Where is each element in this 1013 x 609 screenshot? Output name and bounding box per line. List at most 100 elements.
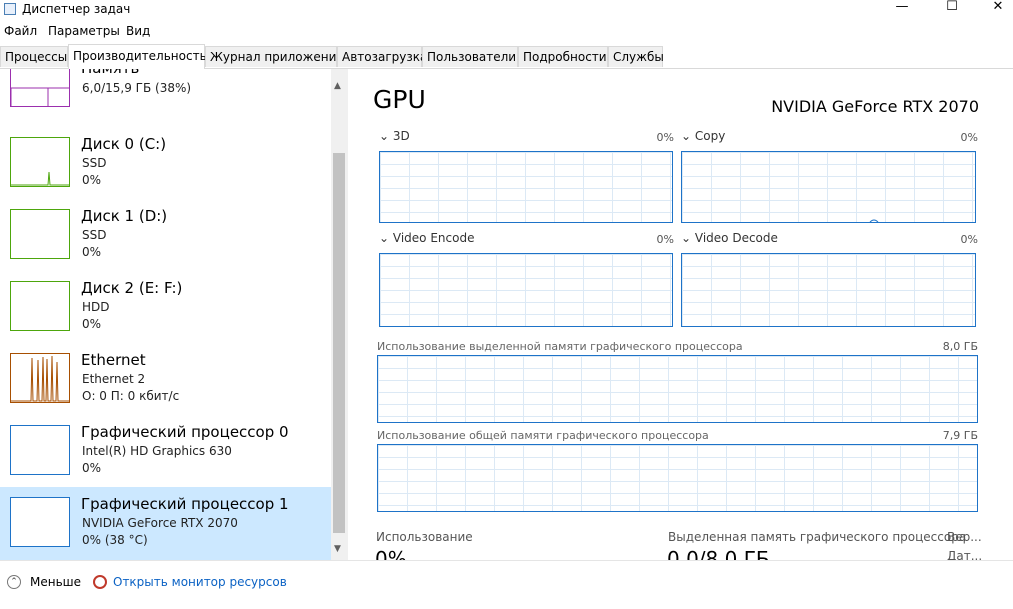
dedicated-memory-stat-label: Выделенная память графического процессор…: [668, 530, 967, 544]
tab-startup[interactable]: Автозагрузка: [337, 46, 427, 67]
menu-options[interactable]: Параметры: [48, 24, 120, 38]
ethernet-thumbnail: [10, 353, 70, 403]
disk-1-thumbnail: [10, 209, 70, 259]
copy-activity-line: [869, 219, 879, 222]
sidebar-item-detail: Intel(R) HD Graphics 630: [82, 444, 232, 458]
memory-graph: [11, 87, 69, 106]
engine-video-decode-label: Video Decode: [694, 231, 778, 245]
sidebar-item-value: 0%: [82, 245, 102, 259]
usage-label: Использование: [376, 530, 473, 544]
title-bar: Диспетчер задач — ☐ ✕: [0, 0, 1013, 20]
disk-0-graph: [11, 171, 69, 186]
engine-copy-percent: 0%: [960, 131, 978, 144]
engine-3d-graph: [379, 151, 673, 223]
sidebar-item-gpu-1[interactable]: Графический процессор 1 NVIDIA GeForce R…: [0, 487, 331, 560]
ethernet-graph: [11, 355, 69, 402]
scroll-down-icon[interactable]: ▼: [334, 544, 341, 554]
driver-date-label: Дат...: [947, 549, 983, 560]
menu-file[interactable]: Файл: [4, 24, 37, 38]
sidebar-item-disk-0[interactable]: Диск 0 (C:) SSD 0%: [0, 133, 331, 203]
task-manager-icon: [4, 3, 16, 15]
resource-monitor-icon: [93, 575, 107, 589]
driver-version-label: Вер...: [947, 530, 982, 544]
engine-copy-label: Copy: [694, 129, 726, 143]
sidebar-item-memory[interactable]: Память 6,0/15,9 ГБ (38%): [0, 69, 331, 123]
sidebar-item-value: 0% (38 °C): [82, 533, 148, 547]
maximize-button[interactable]: ☐: [930, 0, 974, 20]
memory-thumbnail: [10, 69, 70, 107]
page-title: GPU: [373, 85, 426, 114]
sidebar-item-detail: SSD: [82, 228, 107, 242]
tab-users[interactable]: Пользователи: [422, 46, 518, 67]
sidebar-item-title: Диск 2 (E: F:): [81, 279, 183, 297]
shared-memory-max: 7,9 ГБ: [942, 429, 978, 442]
tab-bar: Процессы Производительность Журнал прило…: [0, 44, 1013, 69]
chevron-down-icon: ⌄: [379, 129, 390, 143]
tab-performance[interactable]: Производительность: [68, 44, 207, 69]
chevron-down-icon: ⌄: [681, 231, 692, 245]
sidebar-item-detail: 6,0/15,9 ГБ (38%): [82, 81, 192, 95]
shared-memory-label: Использование общей памяти графического …: [377, 429, 709, 442]
chevron-up-icon[interactable]: ⌃: [7, 575, 21, 589]
disk-2-thumbnail: [10, 281, 70, 331]
sidebar-item-detail: HDD: [82, 300, 110, 314]
sidebar-item-detail: SSD: [82, 156, 107, 170]
sidebar-item-title: Диск 1 (D:): [81, 207, 168, 225]
disk-0-thumbnail: [10, 137, 70, 187]
tab-processes[interactable]: Процессы: [0, 46, 68, 67]
sidebar-item-title: Диск 0 (C:): [81, 135, 167, 153]
open-resource-monitor-link[interactable]: Открыть монитор ресурсов: [113, 575, 287, 589]
engine-video-encode-label: Video Encode: [392, 231, 475, 245]
scroll-thumb[interactable]: [333, 153, 345, 533]
engine-3d-label: 3D: [392, 129, 410, 143]
sidebar-item-value: О: 0 П: 0 кбит/с: [82, 389, 180, 403]
resource-sidebar: Память 6,0/15,9 ГБ (38%) Диск 0 (C:) SSD…: [0, 69, 348, 560]
bottom-bar: ⌃ Меньше Открыть монитор ресурсов: [0, 560, 1013, 609]
sidebar-item-title: Ethernet: [81, 351, 146, 369]
sidebar-item-value: 0%: [82, 461, 102, 475]
engine-3d-percent: 0%: [656, 131, 674, 144]
sidebar-item-disk-1[interactable]: Диск 1 (D:) SSD 0%: [0, 205, 331, 275]
gpu-1-thumbnail: [10, 497, 70, 547]
sidebar-item-title: Память: [81, 69, 139, 77]
dedicated-memory-label: Использование выделенной памяти графичес…: [377, 340, 743, 353]
sidebar-item-title: Графический процессор 0: [81, 423, 289, 441]
sidebar-item-title: Графический процессор 1: [81, 495, 289, 513]
shared-memory-graph: [377, 444, 978, 512]
dedicated-memory-max: 8,0 ГБ: [942, 340, 978, 353]
scroll-up-icon[interactable]: ▲: [334, 81, 341, 91]
window-title: Диспетчер задач: [22, 2, 131, 16]
fewer-details-button[interactable]: Меньше: [30, 575, 81, 589]
gpu-details-panel: GPU NVIDIA GeForce RTX 2070 ⌄ 3D 0% ⌄ Co…: [349, 69, 1013, 560]
engine-video-encode-selector[interactable]: ⌄ Video Encode: [379, 231, 474, 245]
sidebar-scrollbar[interactable]: ▲ ▼: [331, 69, 348, 560]
engine-video-encode-graph: [379, 253, 673, 327]
engine-video-encode-percent: 0%: [656, 233, 674, 246]
engine-video-decode-graph: [681, 253, 976, 327]
tab-services[interactable]: Службы: [608, 46, 664, 67]
engine-video-decode-percent: 0%: [960, 233, 978, 246]
sidebar-item-disk-2[interactable]: Диск 2 (E: F:) HDD 0%: [0, 277, 331, 347]
dedicated-memory-graph: [377, 355, 978, 423]
dedicated-memory-stat-value: 0,0/8,0 ГБ: [667, 547, 770, 560]
engine-video-decode-selector[interactable]: ⌄ Video Decode: [681, 231, 778, 245]
chevron-down-icon: ⌄: [681, 129, 692, 143]
tab-app-history[interactable]: Журнал приложений: [205, 46, 344, 67]
resource-list: Память 6,0/15,9 ГБ (38%) Диск 0 (C:) SSD…: [0, 69, 331, 560]
sidebar-item-gpu-0[interactable]: Графический процессор 0 Intel(R) HD Grap…: [0, 421, 331, 491]
engine-copy-selector[interactable]: ⌄ Copy: [681, 129, 725, 143]
usage-value: 0%: [375, 547, 407, 560]
chevron-down-icon: ⌄: [379, 231, 390, 245]
menu-view[interactable]: Вид: [126, 24, 150, 38]
engine-3d-selector[interactable]: ⌄ 3D: [379, 129, 410, 143]
sidebar-item-detail: Ethernet 2: [82, 372, 146, 386]
close-button[interactable]: ✕: [976, 0, 1013, 20]
engine-copy-graph: [681, 151, 976, 223]
gpu-0-thumbnail: [10, 425, 70, 475]
sidebar-item-ethernet[interactable]: Ethernet Ethernet 2 О: 0 П: 0 кбит/с: [0, 349, 331, 419]
sidebar-item-value: 0%: [82, 317, 102, 331]
sidebar-item-value: 0%: [82, 173, 102, 187]
minimize-button[interactable]: —: [880, 0, 924, 20]
sidebar-item-detail: NVIDIA GeForce RTX 2070: [82, 516, 238, 530]
tab-details[interactable]: Подробности: [518, 46, 608, 67]
